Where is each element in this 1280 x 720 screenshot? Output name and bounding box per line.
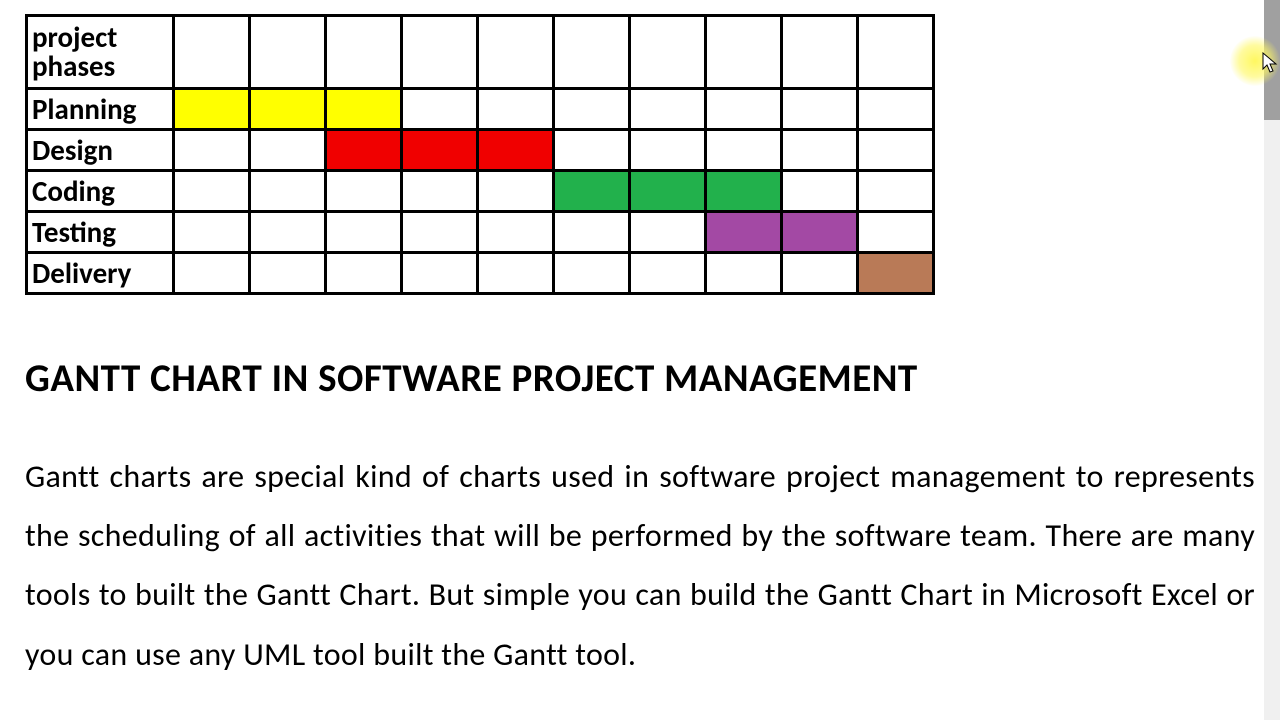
row-label-design: Design: [27, 130, 174, 171]
gantt-cell-coding-6: [554, 171, 630, 212]
scrollbar-thumb[interactable]: [1264, 0, 1280, 120]
table-row: Planning: [27, 89, 934, 130]
table-row: Delivery: [27, 253, 934, 294]
gantt-cell-coding-7: [630, 171, 706, 212]
body-paragraph: Gantt charts are special kind of charts …: [25, 447, 1255, 684]
scrollbar-vertical[interactable]: [1264, 0, 1280, 720]
table-row: Design: [27, 130, 934, 171]
page-heading: GANTT CHART IN SOFTWARE PROJECT MANAGEME…: [25, 355, 1255, 402]
row-label-delivery: Delivery: [27, 253, 174, 294]
table-row: Testing: [27, 212, 934, 253]
gantt-cell-coding-8: [706, 171, 782, 212]
gantt-cell-design-5: [478, 130, 554, 171]
gantt-cell-delivery-10: [858, 253, 934, 294]
gantt-cell-design-4: [402, 130, 478, 171]
gantt-cell-testing-9: [782, 212, 858, 253]
table-row-header: project phases: [27, 16, 934, 89]
gantt-chart-table: project phases Planning Design Coding: [25, 14, 935, 295]
gantt-cell-planning-3: [326, 89, 402, 130]
gantt-cell-testing-8: [706, 212, 782, 253]
row-label-testing: Testing: [27, 212, 174, 253]
gantt-cell-planning-1: [174, 89, 250, 130]
row-label-coding: Coding: [27, 171, 174, 212]
row-label-project-phases: project phases: [27, 16, 174, 89]
gantt-cell-design-3: [326, 130, 402, 171]
table-row: Coding: [27, 171, 934, 212]
gantt-cell-planning-2: [250, 89, 326, 130]
row-label-planning: Planning: [27, 89, 174, 130]
